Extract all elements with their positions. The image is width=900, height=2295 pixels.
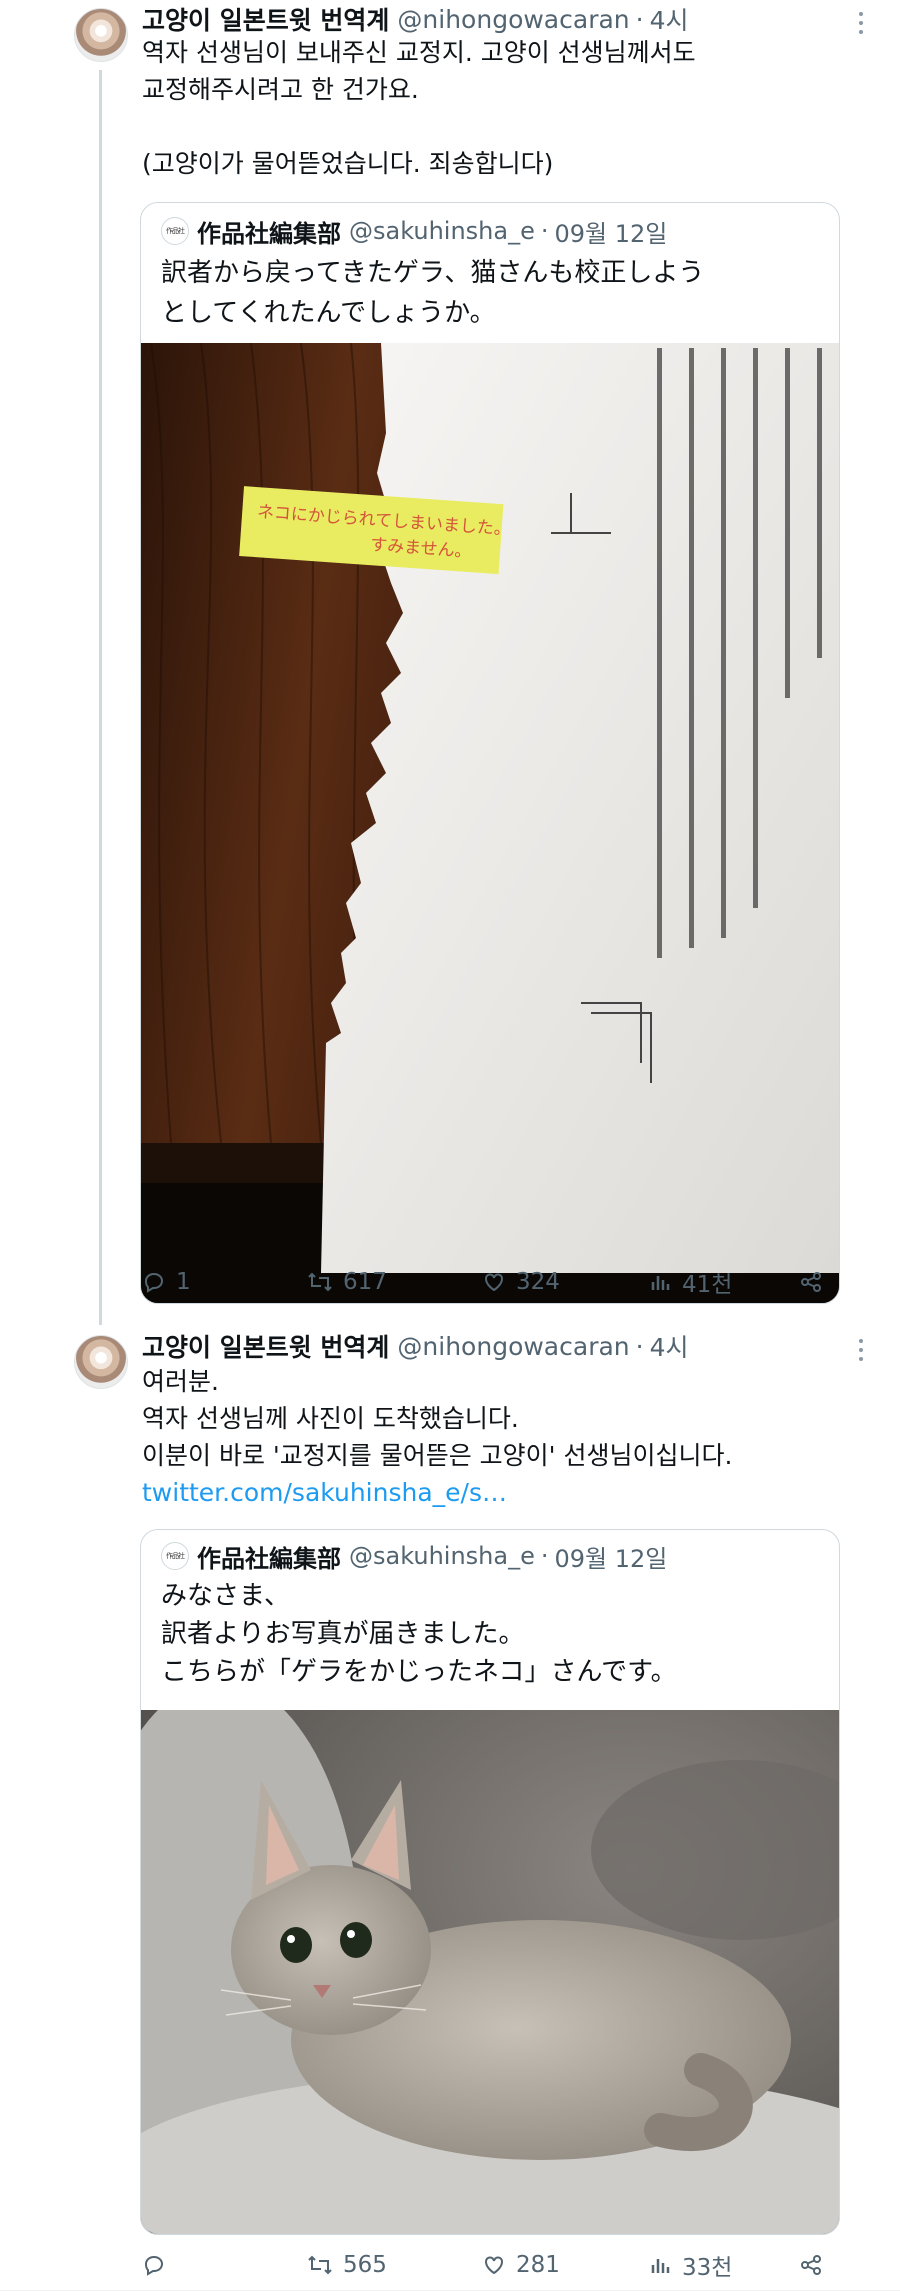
like-count: 281 (516, 2252, 560, 2278)
quoted-text-line: 訳者よりお写真が届きました。 (161, 1619, 525, 1649)
cat-photo[interactable] (141, 1710, 839, 2234)
tweet-text-line: 이분이 바로 '교정지를 물어뜯은 고양이' 선생님이십니다. (142, 1441, 733, 1470)
tweet-text-line: 교정해주시려고 한 건가요. (142, 75, 419, 104)
like-button[interactable]: 281 (482, 2247, 560, 2283)
heart-icon (485, 2256, 503, 2275)
retweet-icon (308, 2255, 332, 2275)
avatar[interactable] (74, 8, 128, 62)
user-handle[interactable]: @nihongowacaran (397, 5, 629, 34)
separator: · (635, 1331, 644, 1361)
quoted-tweet-text: みなさま、 訳者よりお写真が届きました。 こちらが「ゲラをかじったネコ」さんです… (161, 1576, 821, 1690)
quoted-text-line: こちらが「ゲラをかじったネコ」さんです。 (161, 1657, 677, 1687)
tweet-header: 고양이 일본트윗 번역계 @nihongowacaran · 4시 (142, 1329, 689, 1363)
cat-photo-svg (141, 1710, 839, 2234)
reply-icon (144, 2255, 164, 2276)
quoted-avatar: 作品社 (161, 1542, 189, 1570)
quoted-text-line: としてくれたんでしょうか。 (161, 298, 496, 328)
reply-button[interactable]: 1 (142, 1264, 191, 1300)
retweet-button[interactable]: 565 (307, 2247, 387, 2283)
retweet-count: 617 (343, 1269, 387, 1295)
reply-count: 1 (176, 1269, 191, 1295)
like-button[interactable]: 324 (482, 1264, 560, 1300)
quoted-tweet-header: 作品社 作品社編集部 @sakuhinsha_e · 09월 12일 (161, 1540, 668, 1573)
heart-icon (485, 1273, 503, 1292)
share-icon (801, 1272, 821, 1292)
tweet-text-line: (고양이가 물어뜯었습니다. 죄송합니다) (142, 149, 554, 178)
more-options-icon[interactable] (858, 12, 864, 34)
quoted-text-line: みなさま、 (161, 1581, 290, 1611)
tweet-actions: 1 617 324 41천 (142, 1264, 842, 1300)
user-handle[interactable]: @nihongowacaran (397, 1332, 629, 1361)
proof-sheet-photo-svg: ネコにかじられてしまいました。 すみません。 (141, 343, 839, 1303)
tweet-text-line: 역자 선생님께 사진이 도착했습니다. (142, 1404, 519, 1433)
quoted-date: 09월 12일 (554, 219, 668, 248)
tweet-actions: 565 281 33천 (142, 2247, 842, 2283)
separator: · (540, 217, 549, 245)
like-count: 324 (516, 1269, 560, 1295)
separator: · (635, 4, 644, 34)
more-options-icon[interactable] (858, 1339, 864, 1361)
quoted-tweet-header: 作品社 作品社編集部 @sakuhinsha_e · 09월 12일 (161, 215, 668, 248)
views-icon (651, 2259, 670, 2273)
quoted-tweet[interactable]: 作品社 作品社編集部 @sakuhinsha_e · 09월 12일 訳者から戻… (140, 202, 840, 1304)
view-count: 33천 (682, 2255, 733, 2281)
proof-text-column (657, 348, 662, 958)
views-button[interactable]: 41천 (650, 1264, 732, 1300)
quoted-display-name: 作品社編集部 (197, 1544, 341, 1573)
retweet-button[interactable]: 617 (307, 1264, 387, 1300)
views-icon (651, 1276, 670, 1290)
quoted-user-handle: @sakuhinsha_e (349, 1542, 535, 1570)
proof-text-column (753, 348, 758, 908)
tweet-text: 여러분. 역자 선생님께 사진이 도착했습니다. 이분이 바로 '교정지를 물어… (142, 1363, 862, 1511)
reply-icon (144, 1272, 164, 1293)
tweet-text: 역자 선생님이 보내주신 교정지. 고양이 선생님께서도 교정해주시려고 한 건… (142, 34, 862, 182)
proof-text-column (817, 348, 822, 658)
quoted-tweet[interactable]: 作品社 作品社編集部 @sakuhinsha_e · 09월 12일 みなさま、… (140, 1529, 840, 2235)
quoted-display-name: 作品社編集部 (197, 219, 341, 248)
proof-text-column (785, 348, 790, 698)
retweet-icon (308, 1272, 332, 1292)
bottom-divider (0, 2290, 900, 2291)
quoted-date: 09월 12일 (554, 1544, 668, 1573)
share-button[interactable] (800, 1264, 832, 1300)
display-name[interactable]: 고양이 일본트윗 번역계 (142, 1328, 389, 1364)
tweet-1[interactable]: 고양이 일본트윗 번역계 @nihongowacaran · 4시 역자 선생님… (0, 0, 900, 1320)
reply-button[interactable] (142, 2247, 176, 2283)
share-icon (801, 2255, 821, 2275)
proof-text-column (689, 348, 694, 948)
tweet-2[interactable]: 고양이 일본트윗 번역계 @nihongowacaran · 4시 여러분. 역… (0, 1325, 900, 2285)
quoted-user-handle: @sakuhinsha_e (349, 217, 535, 245)
quoted-text-line: 訳者から戻ってきたゲラ、猫さんも校正しよう (161, 258, 705, 288)
tweet-text-line (142, 108, 862, 145)
proof-text-column (721, 348, 726, 938)
separator: · (540, 1542, 549, 1570)
avatar[interactable] (74, 1335, 128, 1389)
views-button[interactable]: 33천 (650, 2247, 732, 2283)
tweet-text-line: 여러분. (142, 1367, 219, 1396)
quoted-avatar: 作品社 (161, 217, 189, 245)
tweet-header: 고양이 일본트윗 번역계 @nihongowacaran · 4시 (142, 2, 689, 36)
share-button[interactable] (800, 2247, 832, 2283)
quoted-tweet-text: 訳者から戻ってきたゲラ、猫さんも校正しよう としてくれたんでしょうか。 (161, 253, 821, 333)
timestamp[interactable]: 4시 (650, 1328, 689, 1364)
display-name[interactable]: 고양이 일본트윗 번역계 (142, 1, 389, 37)
tweet-text-line: 역자 선생님이 보내주신 교정지. 고양이 선생님께서도 (142, 38, 696, 67)
view-count: 41천 (682, 1272, 733, 1298)
quoted-tweet-link[interactable]: twitter.com/sakuhinsha_e/s… (142, 1474, 862, 1511)
retweet-count: 565 (343, 2252, 387, 2278)
timestamp[interactable]: 4시 (650, 1, 689, 37)
proof-sheet-photo[interactable]: ネコにかじられてしまいました。 すみません。 (141, 343, 839, 1303)
